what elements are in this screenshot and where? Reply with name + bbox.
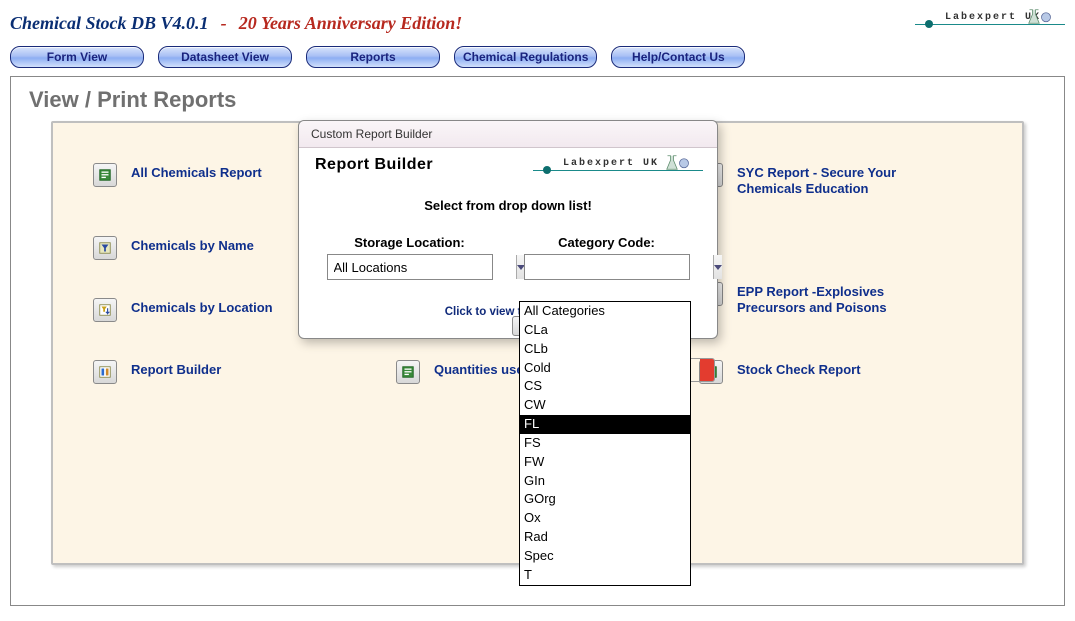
category-option[interactable]: CW bbox=[520, 396, 690, 415]
flask-icon bbox=[1025, 8, 1055, 28]
report-icon bbox=[396, 360, 420, 384]
category-dropdown-list[interactable]: All CategoriesCLaCLbColdCSCWFLFSFWGInGOr… bbox=[519, 301, 691, 586]
menu-reports[interactable]: Reports bbox=[306, 46, 440, 68]
app-title-block: Chemical Stock DB V4.0.1 - 20 Years Anni… bbox=[10, 13, 462, 34]
chevron-down-icon[interactable] bbox=[713, 255, 722, 279]
filter-sort-icon bbox=[93, 298, 117, 322]
filter-icon bbox=[93, 236, 117, 260]
category-option[interactable]: Cold bbox=[520, 359, 690, 378]
category-option[interactable]: Rad bbox=[520, 528, 690, 547]
category-option[interactable]: GIn bbox=[520, 472, 690, 491]
dialog-instruction: Select from drop down list! bbox=[313, 198, 703, 213]
category-option[interactable]: FW bbox=[520, 453, 690, 472]
app-title: Chemical Stock DB V4.0.1 bbox=[10, 13, 209, 33]
report-epp[interactable]: EPP Report -Explosives Precursors and Po… bbox=[699, 282, 982, 322]
category-option[interactable]: GOrg bbox=[520, 490, 690, 509]
category-code-combo[interactable] bbox=[524, 254, 690, 280]
app-title-sep: - bbox=[216, 13, 231, 33]
category-option[interactable]: Ox bbox=[520, 509, 690, 528]
report-label: Report Builder bbox=[131, 360, 221, 378]
dialog-logo: Labexpert UK bbox=[533, 154, 703, 180]
report-syc[interactable]: SYC Report - Secure Your Chemicals Educa… bbox=[699, 163, 982, 198]
menu-datasheet-view[interactable]: Datasheet View bbox=[158, 46, 292, 68]
page-title: View / Print Reports bbox=[29, 87, 1054, 113]
report-label: Stock Check Report bbox=[737, 360, 861, 378]
category-option[interactable]: CLa bbox=[520, 321, 690, 340]
report-label: SYC Report - Secure Your Chemicals Educa… bbox=[737, 163, 937, 198]
storage-location-combo[interactable] bbox=[327, 254, 493, 280]
menu-help[interactable]: Help/Contact Us bbox=[611, 46, 745, 68]
report-icon bbox=[93, 163, 117, 187]
category-code-input[interactable] bbox=[525, 255, 713, 279]
report-label: All Chemicals Report bbox=[131, 163, 262, 181]
category-option[interactable]: All Categories bbox=[520, 302, 690, 321]
report-label: EPP Report -Explosives Precursors and Po… bbox=[737, 282, 937, 317]
storage-location-input[interactable] bbox=[328, 255, 516, 279]
report-label: Chemicals by Location bbox=[131, 298, 273, 316]
flask-icon bbox=[663, 154, 693, 174]
report-builder-link[interactable]: Report Builder bbox=[93, 360, 376, 384]
category-option[interactable]: FL bbox=[520, 415, 690, 434]
category-option[interactable]: CLb bbox=[520, 340, 690, 359]
category-option[interactable]: T bbox=[520, 566, 690, 585]
category-code-label: Category Code: bbox=[518, 235, 695, 250]
app-logo: Labexpert UK bbox=[915, 8, 1065, 38]
dialog-logo-text: Labexpert UK bbox=[559, 158, 663, 169]
app-subtitle: 20 Years Anniversary Edition! bbox=[239, 13, 463, 33]
category-option[interactable]: Spec bbox=[520, 547, 690, 566]
report-label: Quantities used bbox=[434, 360, 532, 378]
dialog-title[interactable]: Custom Report Builder bbox=[299, 121, 717, 148]
menu-chem-regulations[interactable]: Chemical Regulations bbox=[454, 46, 597, 68]
menu-bar: Form View Datasheet View Reports Chemica… bbox=[0, 42, 1075, 76]
app-header: Chemical Stock DB V4.0.1 - 20 Years Anni… bbox=[0, 0, 1075, 42]
category-option[interactable]: FS bbox=[520, 434, 690, 453]
category-option[interactable]: CS bbox=[520, 377, 690, 396]
dialog-heading: Report Builder bbox=[315, 156, 433, 174]
builder-icon bbox=[93, 360, 117, 384]
storage-location-label: Storage Location: bbox=[321, 235, 498, 250]
report-stock-check[interactable]: Stock Check Report bbox=[699, 360, 982, 384]
menu-form-view[interactable]: Form View bbox=[10, 46, 144, 68]
report-label: Chemicals by Name bbox=[131, 236, 254, 254]
